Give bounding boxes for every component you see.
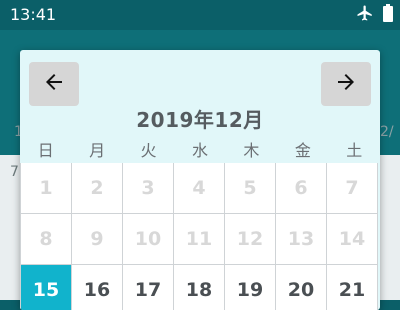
day-cell[interactable]: 8 xyxy=(21,214,72,265)
background-row-hint: 7 xyxy=(10,164,19,180)
weekday-header: 日 月 火 水 木 金 土 xyxy=(20,140,380,164)
day-cell[interactable]: 3 xyxy=(123,163,174,214)
calendar-week-row: 8 9 10 11 12 13 14 xyxy=(21,214,379,265)
weekday-thu: 木 xyxy=(243,141,260,160)
status-bar: 13:41 xyxy=(0,0,400,30)
day-cell[interactable]: 13 xyxy=(276,214,327,265)
day-cell[interactable]: 12 xyxy=(225,214,276,265)
month-title: 2019年12月 xyxy=(136,108,264,132)
weekday-sun: 日 xyxy=(37,141,54,160)
status-icons xyxy=(356,4,394,26)
day-cell[interactable]: 5 xyxy=(225,163,276,214)
previous-month-button[interactable] xyxy=(29,62,79,106)
day-cell[interactable]: 19 xyxy=(225,265,276,310)
battery-icon xyxy=(382,4,394,26)
day-cell[interactable]: 17 xyxy=(123,265,174,310)
day-cell[interactable]: 10 xyxy=(123,214,174,265)
background-hint-right: 2/ xyxy=(380,124,394,140)
calendar-week-row: 1 2 3 4 5 6 7 xyxy=(21,163,379,214)
status-time: 13:41 xyxy=(10,5,57,24)
next-month-button[interactable] xyxy=(321,62,371,106)
day-cell[interactable]: 11 xyxy=(174,214,225,265)
day-cell-selected[interactable]: 15 xyxy=(21,265,72,310)
day-cell[interactable]: 7 xyxy=(327,163,378,214)
calendar-week-row: 15 16 17 18 19 20 21 xyxy=(21,265,379,310)
arrow-right-icon xyxy=(334,70,358,98)
calendar-grid: 1 2 3 4 5 6 7 8 9 10 11 12 13 14 15 16 1… xyxy=(20,163,379,310)
day-cell[interactable]: 14 xyxy=(327,214,378,265)
day-cell[interactable]: 18 xyxy=(174,265,225,310)
weekday-mon: 月 xyxy=(89,141,106,160)
day-cell[interactable]: 21 xyxy=(327,265,378,310)
weekday-fri: 金 xyxy=(294,141,311,160)
weekday-tue: 火 xyxy=(140,141,157,160)
day-cell[interactable]: 2 xyxy=(72,163,123,214)
day-cell[interactable]: 20 xyxy=(276,265,327,310)
date-picker-dialog: 2019年12月 日 月 火 水 木 金 土 1 2 3 4 5 6 7 8 9… xyxy=(20,50,380,310)
day-cell[interactable]: 1 xyxy=(21,163,72,214)
arrow-left-icon xyxy=(42,70,66,98)
airplane-icon xyxy=(356,4,374,26)
weekday-sat: 土 xyxy=(346,141,363,160)
day-cell[interactable]: 16 xyxy=(72,265,123,310)
day-cell[interactable]: 9 xyxy=(72,214,123,265)
day-cell[interactable]: 6 xyxy=(276,163,327,214)
day-cell[interactable]: 4 xyxy=(174,163,225,214)
weekday-wed: 水 xyxy=(191,141,208,160)
